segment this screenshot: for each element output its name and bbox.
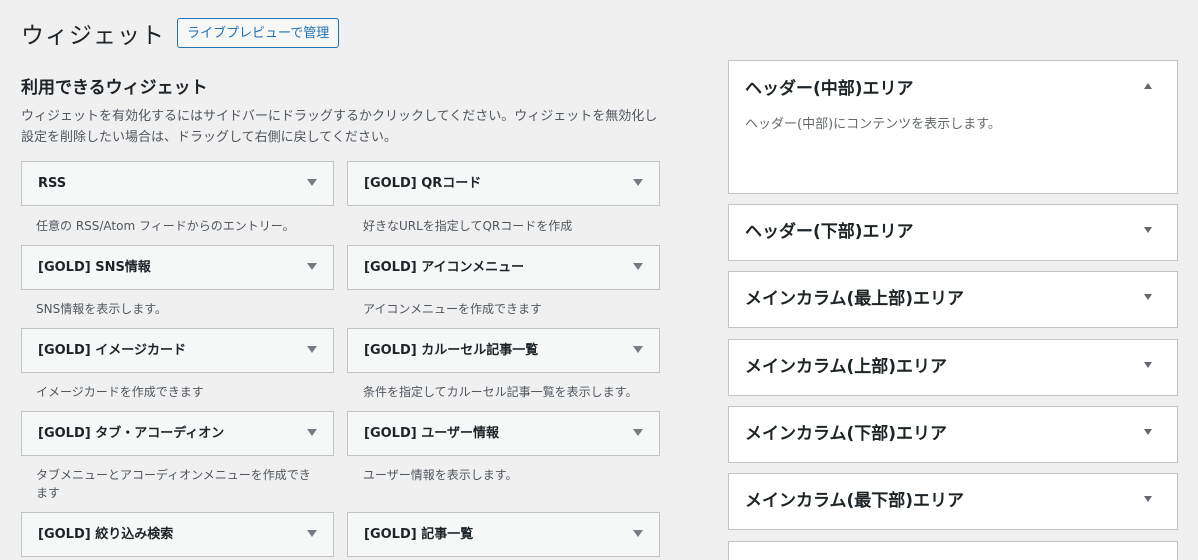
chevron-down-icon[interactable] — [307, 263, 317, 270]
area-title: ヘッダー(中部)エリア — [745, 79, 914, 99]
widget-description: 任意の RSS/Atom フィードからのエントリー。 — [36, 219, 295, 233]
widget-description: アイコンメニューを作成できます — [363, 302, 543, 316]
widget-rss[interactable]: RSS — [21, 161, 334, 206]
chevron-down-icon[interactable] — [633, 179, 643, 186]
area-title: メインカラム(上部)エリア — [745, 357, 948, 377]
widget-title: [GOLD] 絞り込み検索 — [38, 527, 174, 542]
chevron-down-icon[interactable] — [633, 346, 643, 353]
area-main-bottom[interactable]: メインカラム(下部)エリア — [728, 406, 1178, 463]
page-title: ウィジェット — [21, 23, 165, 49]
chevron-up-icon[interactable] — [1144, 83, 1152, 89]
widget-filter-search[interactable]: [GOLD] 絞り込み検索 — [21, 512, 334, 557]
area-header-bottom[interactable]: ヘッダー(下部)エリア — [728, 204, 1178, 261]
widget-title: [GOLD] カルーセル記事一覧 — [364, 343, 539, 358]
widget-post-list[interactable]: [GOLD] 記事一覧 — [347, 512, 660, 557]
widget-title: [GOLD] SNS情報 — [38, 260, 151, 275]
chevron-down-icon[interactable] — [633, 530, 643, 537]
widget-title: [GOLD] イメージカード — [38, 343, 186, 358]
widget-title: [GOLD] 記事一覧 — [364, 527, 474, 542]
available-widgets-title: 利用できるウィジェット — [21, 78, 208, 98]
widget-description: 条件を指定してカルーセル記事一覧を表示します。 — [363, 385, 638, 399]
available-widgets-description: ウィジェットを有効化するにはサイドバーにドラッグするかクリックしてください。ウィ… — [21, 109, 658, 145]
chevron-down-icon[interactable] — [633, 429, 643, 436]
area-title: メインカラム(最下部)エリア — [745, 491, 965, 511]
area-main-top[interactable]: メインカラム(上部)エリア — [728, 339, 1178, 396]
area-title: ヘッダー(下部)エリア — [745, 222, 914, 242]
widget-icon-menu[interactable]: [GOLD] アイコンメニュー — [347, 245, 660, 290]
widget-user-info[interactable]: [GOLD] ユーザー情報 — [347, 411, 660, 456]
widget-description: イメージカードを作成できます — [36, 385, 204, 399]
widget-description: 好きなURLを指定してQRコードを作成 — [363, 219, 573, 233]
chevron-down-icon[interactable] — [307, 429, 317, 436]
area-title: メインカラム(下部)エリア — [745, 424, 948, 444]
chevron-down-icon[interactable] — [633, 263, 643, 270]
chevron-down-icon[interactable] — [1144, 294, 1152, 300]
widget-qr-code[interactable]: [GOLD] QRコード — [347, 161, 660, 206]
chevron-down-icon[interactable] — [307, 179, 317, 186]
widget-tab-accordion[interactable]: [GOLD] タブ・アコーディオン — [21, 411, 334, 456]
chevron-down-icon[interactable] — [1144, 362, 1152, 368]
widget-description: ユーザー情報を表示します。 — [363, 468, 518, 482]
widget-description: タブメニューとアコーディオンメニューを作成できます — [36, 468, 311, 500]
widget-title: [GOLD] QRコード — [364, 176, 482, 191]
area-main-bottom-most[interactable]: メインカラム(最下部)エリア — [728, 473, 1178, 530]
widget-title: [GOLD] アイコンメニュー — [364, 260, 525, 275]
widget-image-card[interactable]: [GOLD] イメージカード — [21, 328, 334, 373]
widget-title: [GOLD] タブ・アコーディオン — [38, 426, 225, 441]
chevron-down-icon[interactable] — [1144, 227, 1152, 233]
area-header-middle[interactable]: ヘッダー(中部)エリア ヘッダー(中部)にコンテンツを表示します。 — [728, 60, 1178, 194]
area-title: メインカラム(最上部)エリア — [745, 289, 965, 309]
area-description: ヘッダー(中部)にコンテンツを表示します。 — [745, 117, 1001, 132]
area-main-top-most[interactable]: メインカラム(最上部)エリア — [728, 271, 1178, 328]
widget-carousel-posts[interactable]: [GOLD] カルーセル記事一覧 — [347, 328, 660, 373]
widget-sns-info[interactable]: [GOLD] SNS情報 — [21, 245, 334, 290]
area-next-partial[interactable] — [728, 541, 1178, 560]
page-header: ウィジェット ライブプレビューで管理 — [21, 16, 340, 50]
chevron-down-icon[interactable] — [1144, 496, 1152, 502]
live-preview-button[interactable]: ライブプレビューで管理 — [177, 18, 340, 48]
chevron-down-icon[interactable] — [307, 346, 317, 353]
widget-description: SNS情報を表示します。 — [36, 302, 168, 316]
widget-title: RSS — [38, 176, 67, 191]
chevron-down-icon[interactable] — [307, 530, 317, 537]
widget-title: [GOLD] ユーザー情報 — [364, 426, 499, 441]
chevron-down-icon[interactable] — [1144, 429, 1152, 435]
